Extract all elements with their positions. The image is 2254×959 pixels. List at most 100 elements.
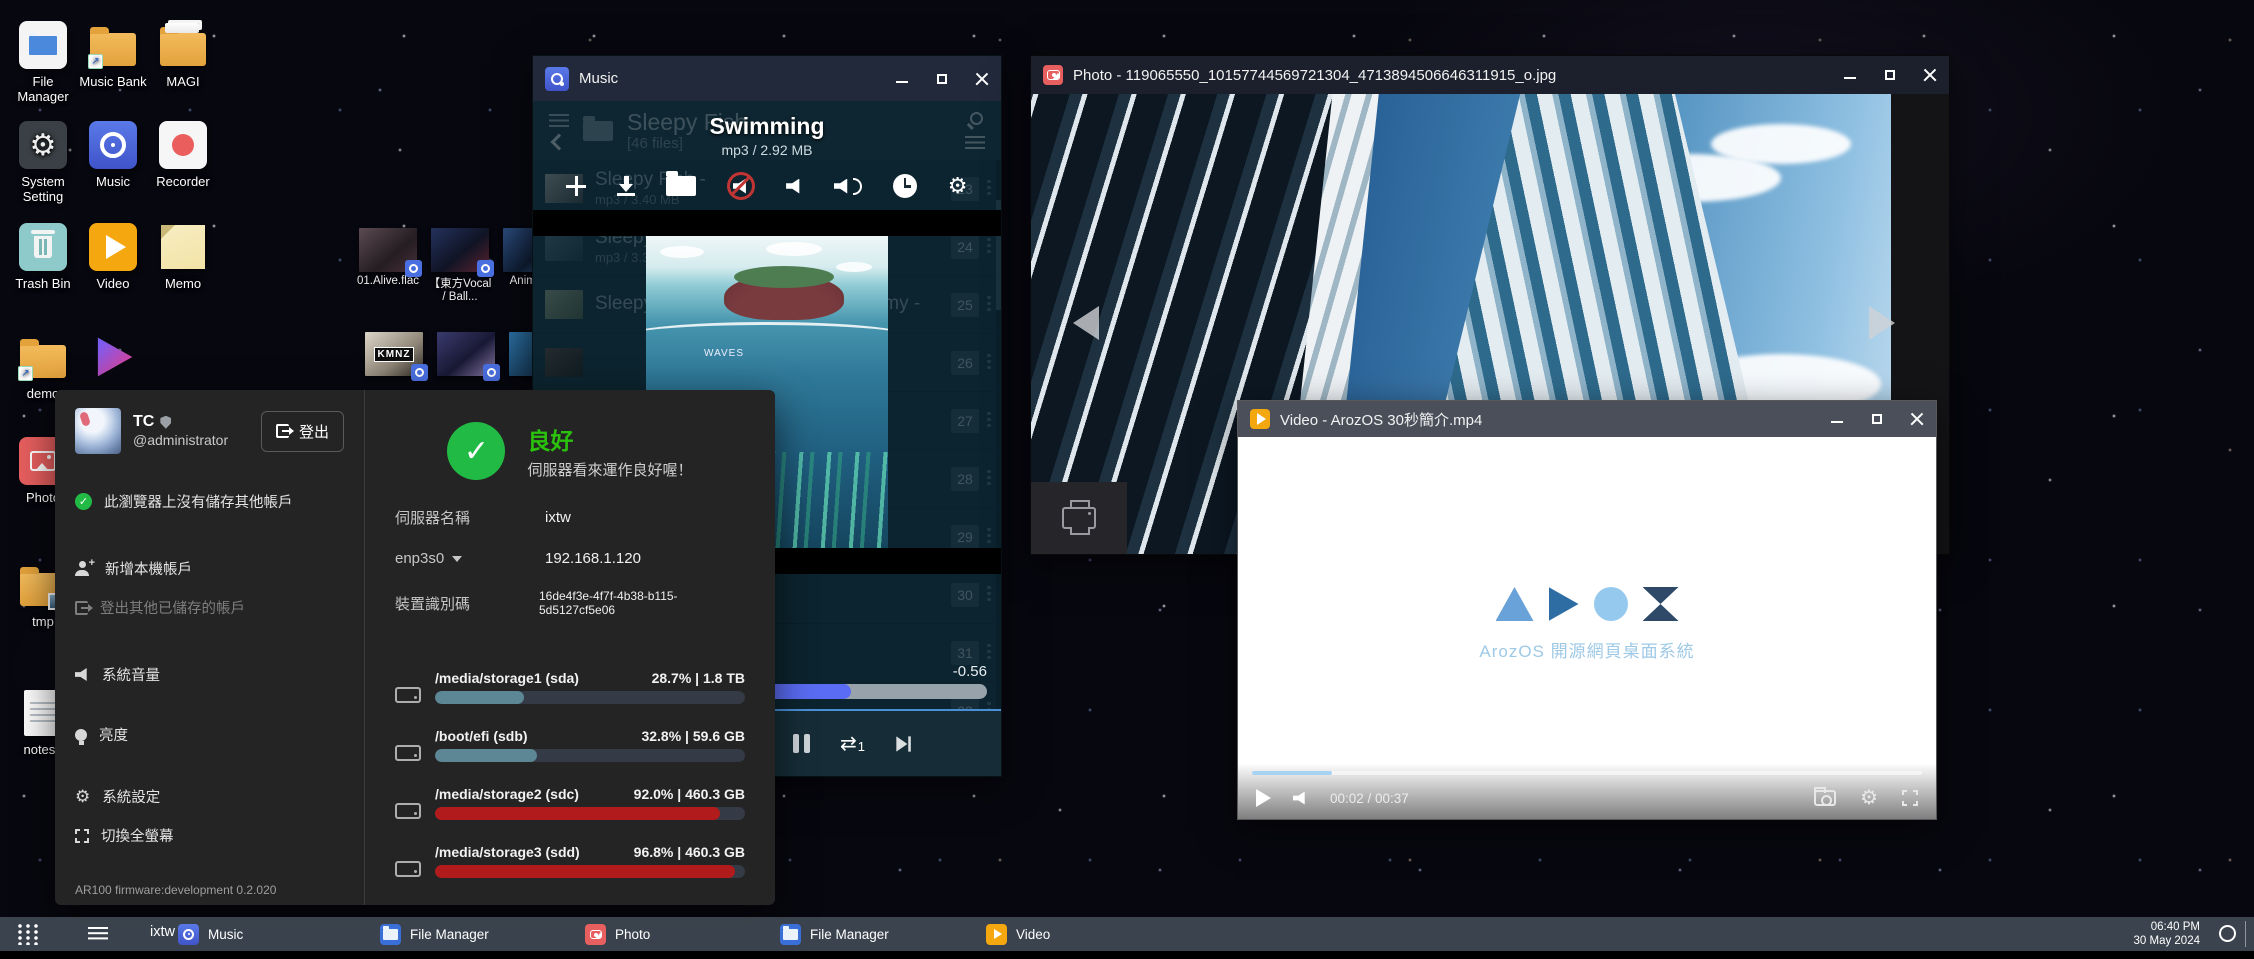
- video-window-titlebar[interactable]: Video - ArozOS 30秒簡介.mp4: [1238, 401, 1936, 437]
- settings-gear-icon[interactable]: ⚙: [948, 175, 968, 197]
- toggle-fullscreen-button[interactable]: 切換全螢幕: [75, 825, 344, 846]
- taskbar-base-strip: [0, 951, 2254, 959]
- photo-app-icon: [1043, 65, 1063, 85]
- video-frame[interactable]: ArozOS 開源網頁桌面系統 00:02 / 00:37 ⚙: [1238, 437, 1936, 819]
- desktop-icon-file-manager[interactable]: File Manager: [8, 20, 78, 104]
- disk-usage-bar: [435, 865, 745, 878]
- add-icon[interactable]: [566, 176, 586, 196]
- logo-play-icon: [1549, 587, 1579, 621]
- minimize-button[interactable]: [1843, 68, 1857, 82]
- video-settings-icon[interactable]: ⚙: [1860, 788, 1878, 808]
- desktop-icon-system-setting[interactable]: ⚙ System Setting: [8, 120, 78, 204]
- add-local-account-button[interactable]: + 新增本機帳戶: [75, 558, 344, 579]
- user-panel: TC @administrator 登出 ✓ 此瀏覽器上沒有儲存其他帳戶 + 新…: [55, 390, 365, 905]
- print-icon[interactable]: [1062, 507, 1096, 529]
- logout-button[interactable]: 登出: [261, 411, 344, 452]
- close-button[interactable]: [975, 72, 989, 86]
- open-folder-icon[interactable]: [666, 176, 696, 196]
- pause-icon[interactable]: [793, 734, 810, 753]
- disk-usage-row: /boot/efi (sdb)32.8% | 59.6 GB: [395, 728, 745, 762]
- file-manager-icon: [380, 924, 401, 945]
- trash-icon: [19, 223, 67, 271]
- desktop-wallpaper: File Manager ↗ Music Bank MAGI ⚙ System …: [0, 0, 2254, 959]
- music-badge-icon: [477, 260, 494, 277]
- speaker-icon: [75, 668, 90, 681]
- start-menu-icon[interactable]: [88, 927, 108, 941]
- close-button[interactable]: [1910, 412, 1924, 426]
- next-icon[interactable]: [896, 736, 911, 751]
- desktop-file-kmnz[interactable]: KMNZ: [362, 332, 426, 379]
- check-icon: ✓: [75, 493, 92, 510]
- repeat-one-icon[interactable]: ⇄1: [840, 734, 865, 754]
- desktop-file-fox[interactable]: [434, 332, 498, 379]
- desktop-icon-trash-bin[interactable]: Trash Bin: [8, 222, 78, 291]
- desktop-file-alive-flac[interactable]: 01.Alive.flac: [356, 228, 420, 287]
- night-mode-icon[interactable]: [2219, 925, 2236, 942]
- server-status-panel: ✓ 良好 伺服器看來運作良好喔！ 伺服器名稱 ixtw enp3s0 192.1…: [365, 390, 775, 905]
- disk-usage-row: /media/storage2 (sdc)92.0% | 460.3 GB: [395, 786, 745, 820]
- file-manager-icon: [780, 924, 801, 945]
- mute-icon[interactable]: [727, 172, 755, 200]
- snapshot-icon[interactable]: [1814, 790, 1836, 806]
- folder-shortcut-icon: ↗: [20, 345, 66, 378]
- device-id-label: 裝置識別碼: [395, 593, 539, 614]
- taskbar-item-video[interactable]: Video: [976, 917, 1060, 951]
- no-other-accounts-text: 此瀏覽器上沒有儲存其他帳戶: [104, 491, 293, 512]
- previous-photo-button[interactable]: [1073, 306, 1099, 340]
- now-playing-title: Swimming: [709, 113, 824, 140]
- minimize-button[interactable]: [895, 72, 909, 86]
- disk-usage-bar: [435, 691, 745, 704]
- desktop-icon-magi[interactable]: MAGI: [148, 20, 218, 89]
- music-window-titlebar[interactable]: Music: [533, 56, 1001, 101]
- volume-up-icon[interactable]: [834, 178, 862, 195]
- interface-selector[interactable]: enp3s0: [395, 550, 545, 567]
- disk-usage-bar: [435, 749, 745, 762]
- window-title: Video - ArozOS 30秒簡介.mp4: [1280, 409, 1482, 430]
- taskbar-item-file-manager-2[interactable]: File Manager: [770, 917, 899, 951]
- status-ok-icon: ✓: [447, 422, 505, 480]
- desktop-icon-video[interactable]: Video: [78, 222, 148, 291]
- maximize-button[interactable]: [1883, 68, 1897, 82]
- taskbar-clock[interactable]: 06:40 PM 30 May 2024: [2134, 920, 2201, 949]
- purple-play-icon: [92, 336, 134, 378]
- logout-other-accounts-button[interactable]: 登出其他已儲存的帳戶: [75, 597, 344, 618]
- taskbar-item-music[interactable]: Music: [168, 917, 253, 951]
- taskbar-item-file-manager[interactable]: File Manager: [370, 917, 499, 951]
- user-avatar[interactable]: [75, 408, 121, 454]
- file-manager-icon: [19, 21, 67, 69]
- volume-down-icon[interactable]: [786, 179, 803, 194]
- photo-window-titlebar[interactable]: Photo - 119065550_10157744569721304_4713…: [1031, 56, 1949, 94]
- taskbar-item-photo[interactable]: Photo: [575, 917, 660, 951]
- hard-drive-icon: [395, 745, 421, 761]
- desktop-icon-app-purple[interactable]: [78, 332, 148, 386]
- fullscreen-icon[interactable]: [1902, 790, 1918, 806]
- maximize-button[interactable]: [1870, 412, 1884, 426]
- next-photo-button[interactable]: [1869, 306, 1895, 340]
- sleep-timer-icon[interactable]: [893, 174, 917, 198]
- desktop-icon-music-bank[interactable]: ↗ Music Bank: [78, 20, 148, 89]
- maximize-button[interactable]: [935, 72, 949, 86]
- video-window: Video - ArozOS 30秒簡介.mp4 ArozOS 開源網頁桌面系統: [1237, 400, 1937, 820]
- hostname-label: 伺服器名稱: [395, 507, 545, 528]
- album-thumbnail: [431, 228, 489, 272]
- close-button[interactable]: [1923, 68, 1937, 82]
- show-desktop-divider[interactable]: [2245, 921, 2246, 947]
- desktop-icon-recorder[interactable]: Recorder: [148, 120, 218, 189]
- download-icon[interactable]: [617, 176, 635, 196]
- desktop-icon-memo[interactable]: Memo: [148, 222, 218, 291]
- video-seek-bar[interactable]: [1252, 771, 1922, 775]
- minimize-button[interactable]: [1830, 412, 1844, 426]
- volume-icon[interactable]: [1293, 792, 1308, 805]
- play-button[interactable]: [1256, 789, 1271, 807]
- system-settings-button[interactable]: ⚙ 系統設定: [75, 786, 344, 807]
- desktop-file-touhou-vocal[interactable]: 【東方Vocal / Ball...: [428, 228, 492, 303]
- logo-triangle-icon: [1496, 587, 1534, 621]
- app-launcher-icon[interactable]: [16, 923, 38, 945]
- hard-drive-icon: [395, 687, 421, 703]
- player-toolbar: ⚙: [533, 158, 1001, 210]
- desktop-icon-music[interactable]: Music: [78, 120, 148, 189]
- brightness-label: 亮度: [99, 724, 128, 745]
- shortcut-arrow-icon: ↗: [88, 54, 103, 69]
- music-badge-icon: [483, 364, 500, 381]
- device-id-value: 16de4f3e-4f7f-4b38-b115-5d5127cf5e06: [539, 589, 745, 617]
